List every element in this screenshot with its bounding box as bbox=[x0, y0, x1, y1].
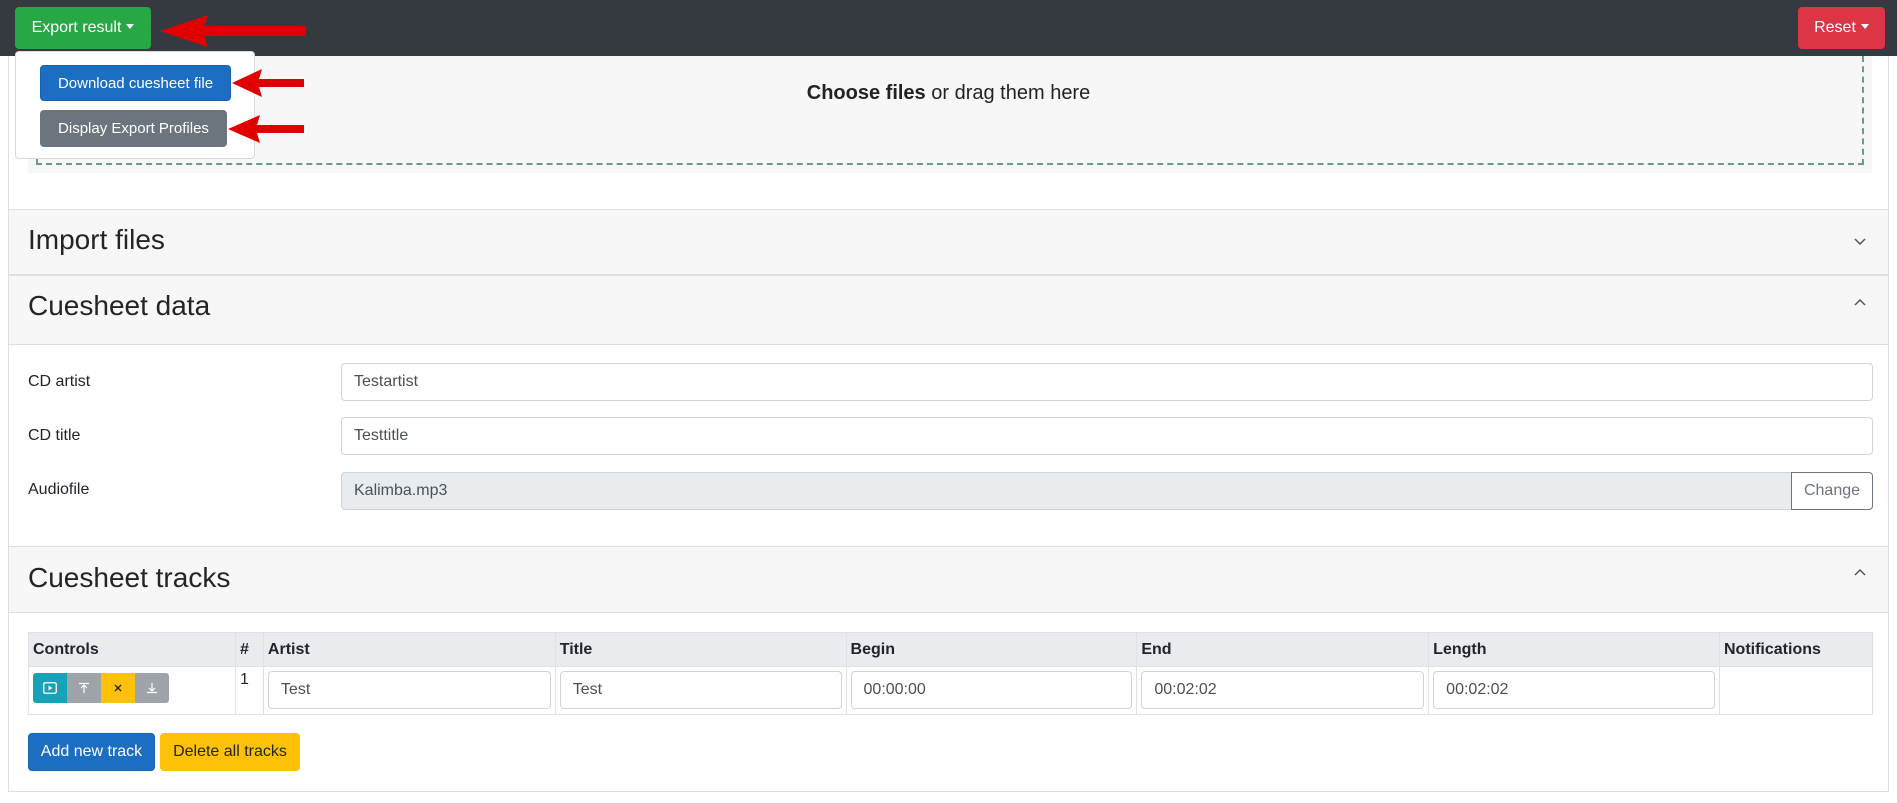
tracks-table: Controls # Artist Title Begin End Length… bbox=[28, 632, 1873, 715]
export-result-label: Export result bbox=[31, 19, 122, 36]
track-controls-cell bbox=[28, 666, 236, 715]
display-export-profiles-button[interactable]: Display Export Profiles bbox=[40, 110, 227, 147]
annotation-arrow-icon bbox=[232, 69, 304, 97]
column-header-title: Title bbox=[554, 632, 847, 667]
audiofile-label: Audiofile bbox=[28, 481, 90, 498]
column-header-end: End bbox=[1136, 632, 1430, 667]
cuesheet-tracks-title: Cuesheet tracks bbox=[28, 562, 231, 593]
move-down-icon bbox=[147, 683, 157, 694]
drag-hint: or drag them here bbox=[925, 82, 1091, 104]
track-title-cell: Test bbox=[554, 666, 847, 715]
annotation-arrow-icon bbox=[160, 15, 306, 47]
cuesheet-data-header[interactable]: Cuesheet data bbox=[9, 275, 1888, 345]
download-cuesheet-button[interactable]: Download cuesheet file bbox=[40, 65, 231, 101]
track-length-cell: 00:02:02 bbox=[1428, 666, 1720, 715]
move-up-icon bbox=[79, 682, 89, 693]
annotation-arrow-icon bbox=[228, 115, 304, 143]
cuesheet-tracks-header[interactable]: Cuesheet tracks bbox=[9, 546, 1888, 613]
import-files-header[interactable]: Import files bbox=[9, 209, 1888, 275]
cuesheet-data-title: Cuesheet data bbox=[28, 290, 211, 321]
cd-title-label: CD title bbox=[28, 427, 81, 444]
caret-down-icon bbox=[1860, 23, 1869, 29]
track-number-cell: 1 bbox=[234, 666, 264, 715]
track-notifications-cell bbox=[1719, 666, 1873, 715]
column-header-controls: Controls bbox=[28, 632, 236, 667]
column-header-artist: Artist bbox=[262, 632, 556, 667]
track-length-input[interactable]: 00:02:02 bbox=[1433, 671, 1715, 709]
track-title-input[interactable]: Test bbox=[559, 671, 842, 709]
cd-title-input[interactable]: Testtitle bbox=[341, 417, 1873, 455]
reset-label: Reset bbox=[1814, 19, 1856, 36]
reset-button[interactable]: Reset bbox=[1798, 7, 1885, 49]
track-begin-cell: 00:00:00 bbox=[845, 666, 1138, 715]
track-end-input[interactable]: 00:02:02 bbox=[1141, 671, 1425, 709]
track-artist-input[interactable]: Test bbox=[267, 671, 551, 709]
cd-artist-label: CD artist bbox=[28, 373, 91, 390]
chevron-up-icon bbox=[1854, 568, 1866, 576]
chevron-down-icon bbox=[1854, 238, 1866, 246]
import-files-title: Import files bbox=[28, 224, 165, 255]
play-icon bbox=[43, 682, 57, 694]
add-new-track-button[interactable]: Add new track bbox=[28, 733, 155, 771]
export-result-button[interactable]: Export result bbox=[15, 7, 151, 49]
move-track-down-button[interactable] bbox=[135, 673, 169, 703]
track-controls bbox=[33, 673, 231, 703]
dropzone-dashed-border bbox=[36, 56, 1864, 165]
move-track-up-button[interactable] bbox=[67, 673, 101, 703]
column-header-begin: Begin bbox=[845, 632, 1138, 667]
table-row: 1 Test Test 00:00:00 00:02:02 00:02:02 bbox=[28, 666, 1873, 715]
column-header-length: Length bbox=[1428, 632, 1720, 667]
close-icon bbox=[114, 684, 122, 692]
play-track-button[interactable] bbox=[33, 673, 67, 703]
track-begin-input[interactable]: 00:00:00 bbox=[850, 671, 1133, 709]
cd-artist-input[interactable]: Testartist bbox=[341, 363, 1873, 401]
chevron-up-icon bbox=[1854, 298, 1866, 306]
track-artist-cell: Test bbox=[262, 666, 556, 715]
caret-down-icon bbox=[126, 23, 135, 29]
choose-files-link[interactable]: Choose files bbox=[807, 82, 926, 104]
change-audiofile-button[interactable]: Change bbox=[1791, 472, 1873, 510]
audiofile-field: Kalimba.mp3 bbox=[341, 472, 1792, 510]
delete-all-tracks-button[interactable]: Delete all tracks bbox=[160, 733, 300, 771]
table-header-row: Controls # Artist Title Begin End Length… bbox=[28, 632, 1873, 667]
delete-track-button[interactable] bbox=[101, 673, 135, 703]
track-end-cell: 00:02:02 bbox=[1136, 666, 1430, 715]
column-header-number: # bbox=[234, 632, 264, 667]
column-header-notifications: Notifications bbox=[1719, 632, 1873, 667]
